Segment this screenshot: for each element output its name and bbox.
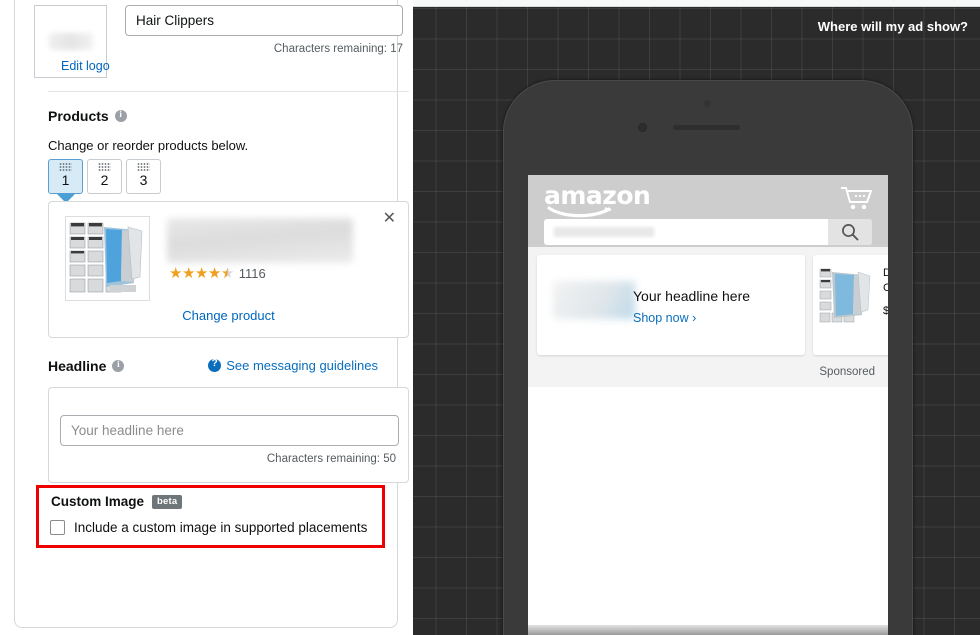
headline-chars-remaining: Characters remaining: 50 (266, 453, 396, 465)
headline-box: Characters remaining: 50 (48, 387, 409, 483)
ad-product-card[interactable]: D C $ (813, 255, 888, 355)
review-count[interactable]: 1116 (239, 266, 266, 281)
drag-handle-icon[interactable] (137, 163, 150, 171)
product-thumbnail (65, 216, 150, 301)
ad-product-line-1: D (883, 267, 888, 279)
preview-bottom-bar: Click to view ad products & interaction … (528, 625, 888, 635)
product-tab-1-label: 1 (61, 172, 70, 188)
ad-product-line-2: C (883, 282, 888, 294)
product-tab-3[interactable]: 3 (126, 159, 161, 194)
amazon-results-area (528, 387, 888, 635)
drag-handle-icon[interactable] (59, 163, 72, 171)
custom-image-section-highlight: Custom Image beta Include a custom image… (36, 485, 385, 548)
brand-name-input[interactable] (125, 5, 403, 36)
amazon-body: Your headline here Shop now › D C $ Spon… (528, 247, 888, 635)
star-half-icon: ★ (220, 265, 234, 282)
products-heading: Products (48, 108, 127, 124)
edit-logo-link[interactable]: Edit logo (61, 59, 110, 73)
custom-image-checkbox-row[interactable]: Include a custom image in supported plac… (50, 520, 367, 535)
ad-headline-text: Your headline here (633, 288, 751, 304)
messaging-guidelines-label: See messaging guidelines (226, 358, 378, 373)
remove-product-icon[interactable]: ✕ (383, 211, 396, 227)
star-icon: ★ (181, 265, 195, 282)
brand-name-group: Characters remaining: 17 (125, 5, 403, 78)
info-icon[interactable] (112, 359, 125, 372)
custom-image-heading: Custom Image beta (51, 494, 183, 509)
product-tab-2[interactable]: 2 (87, 159, 122, 194)
products-title: Products (48, 108, 109, 124)
drag-handle-icon[interactable] (98, 163, 111, 171)
star-icon: ★ (194, 265, 208, 282)
product-tabs: 1 2 3 (48, 159, 161, 194)
product-tab-1[interactable]: 1 (48, 159, 83, 194)
custom-image-title: Custom Image (51, 494, 145, 509)
products-subtitle: Change or reorder products below. (48, 138, 249, 153)
amazon-smile-icon (547, 205, 619, 219)
ad-builder-screen: Characters remaining: 17 Edit logo Produ… (0, 0, 980, 635)
question-circle-icon (208, 358, 222, 372)
messaging-guidelines-link[interactable]: See messaging guidelines (208, 358, 378, 373)
product-card: ★ ★ ★ ★ ★ 1116 ✕ Change product (48, 201, 409, 338)
info-icon[interactable] (114, 109, 127, 122)
camera-icon (638, 123, 647, 132)
product-rating[interactable]: ★ ★ ★ ★ ★ 1116 (169, 266, 266, 281)
proximity-sensor-icon (704, 100, 711, 107)
star-icon: ★ (207, 265, 221, 282)
brand-logo-image (48, 33, 93, 50)
amazon-header: amazon (528, 175, 888, 247)
ad-preview-panel: Where will my ad show? amazon Your headl… (413, 0, 980, 635)
sponsored-ad-card[interactable]: Your headline here Shop now › (537, 255, 805, 355)
top-strip (413, 0, 980, 7)
search-input[interactable] (554, 227, 654, 237)
product-tab-2-label: 2 (100, 172, 109, 188)
sponsored-label: Sponsored (819, 366, 875, 378)
search-icon[interactable] (828, 219, 872, 245)
ad-brand-logo (553, 281, 635, 319)
phone-mockup: amazon Your headline here Shop now › D C… (503, 80, 913, 635)
product-title (167, 218, 353, 263)
brand-chars-remaining: Characters remaining: 17 (273, 43, 403, 55)
form-card: Characters remaining: 17 Edit logo Produ… (14, 0, 409, 628)
headline-title: Headline (48, 358, 107, 374)
product-tab-3-label: 3 (139, 172, 148, 188)
shopping-cart-icon[interactable] (838, 184, 874, 212)
ad-product-price: $ (883, 305, 888, 317)
ad-form-panel: Characters remaining: 17 Edit logo Produ… (0, 0, 413, 635)
beta-badge: beta (152, 494, 183, 509)
ad-carousel: Your headline here Shop now › D C $ (528, 247, 888, 355)
shop-now-link[interactable]: Shop now › (633, 311, 696, 325)
ad-product-thumbnail (818, 265, 876, 327)
phone-screen: amazon Your headline here Shop now › D C… (528, 175, 888, 635)
custom-image-checkbox[interactable] (50, 520, 65, 535)
headline-input[interactable] (60, 415, 399, 446)
change-product-link[interactable]: Change product (49, 308, 408, 323)
where-will-my-ad-show-label[interactable]: Where will my ad show? (818, 19, 968, 34)
headline-heading: Headline (48, 358, 125, 374)
speaker-icon (673, 125, 740, 130)
section-divider (48, 91, 409, 92)
amazon-search-bar[interactable] (544, 219, 872, 245)
custom-image-checkbox-label: Include a custom image in supported plac… (74, 520, 368, 535)
star-icon: ★ (169, 265, 182, 282)
